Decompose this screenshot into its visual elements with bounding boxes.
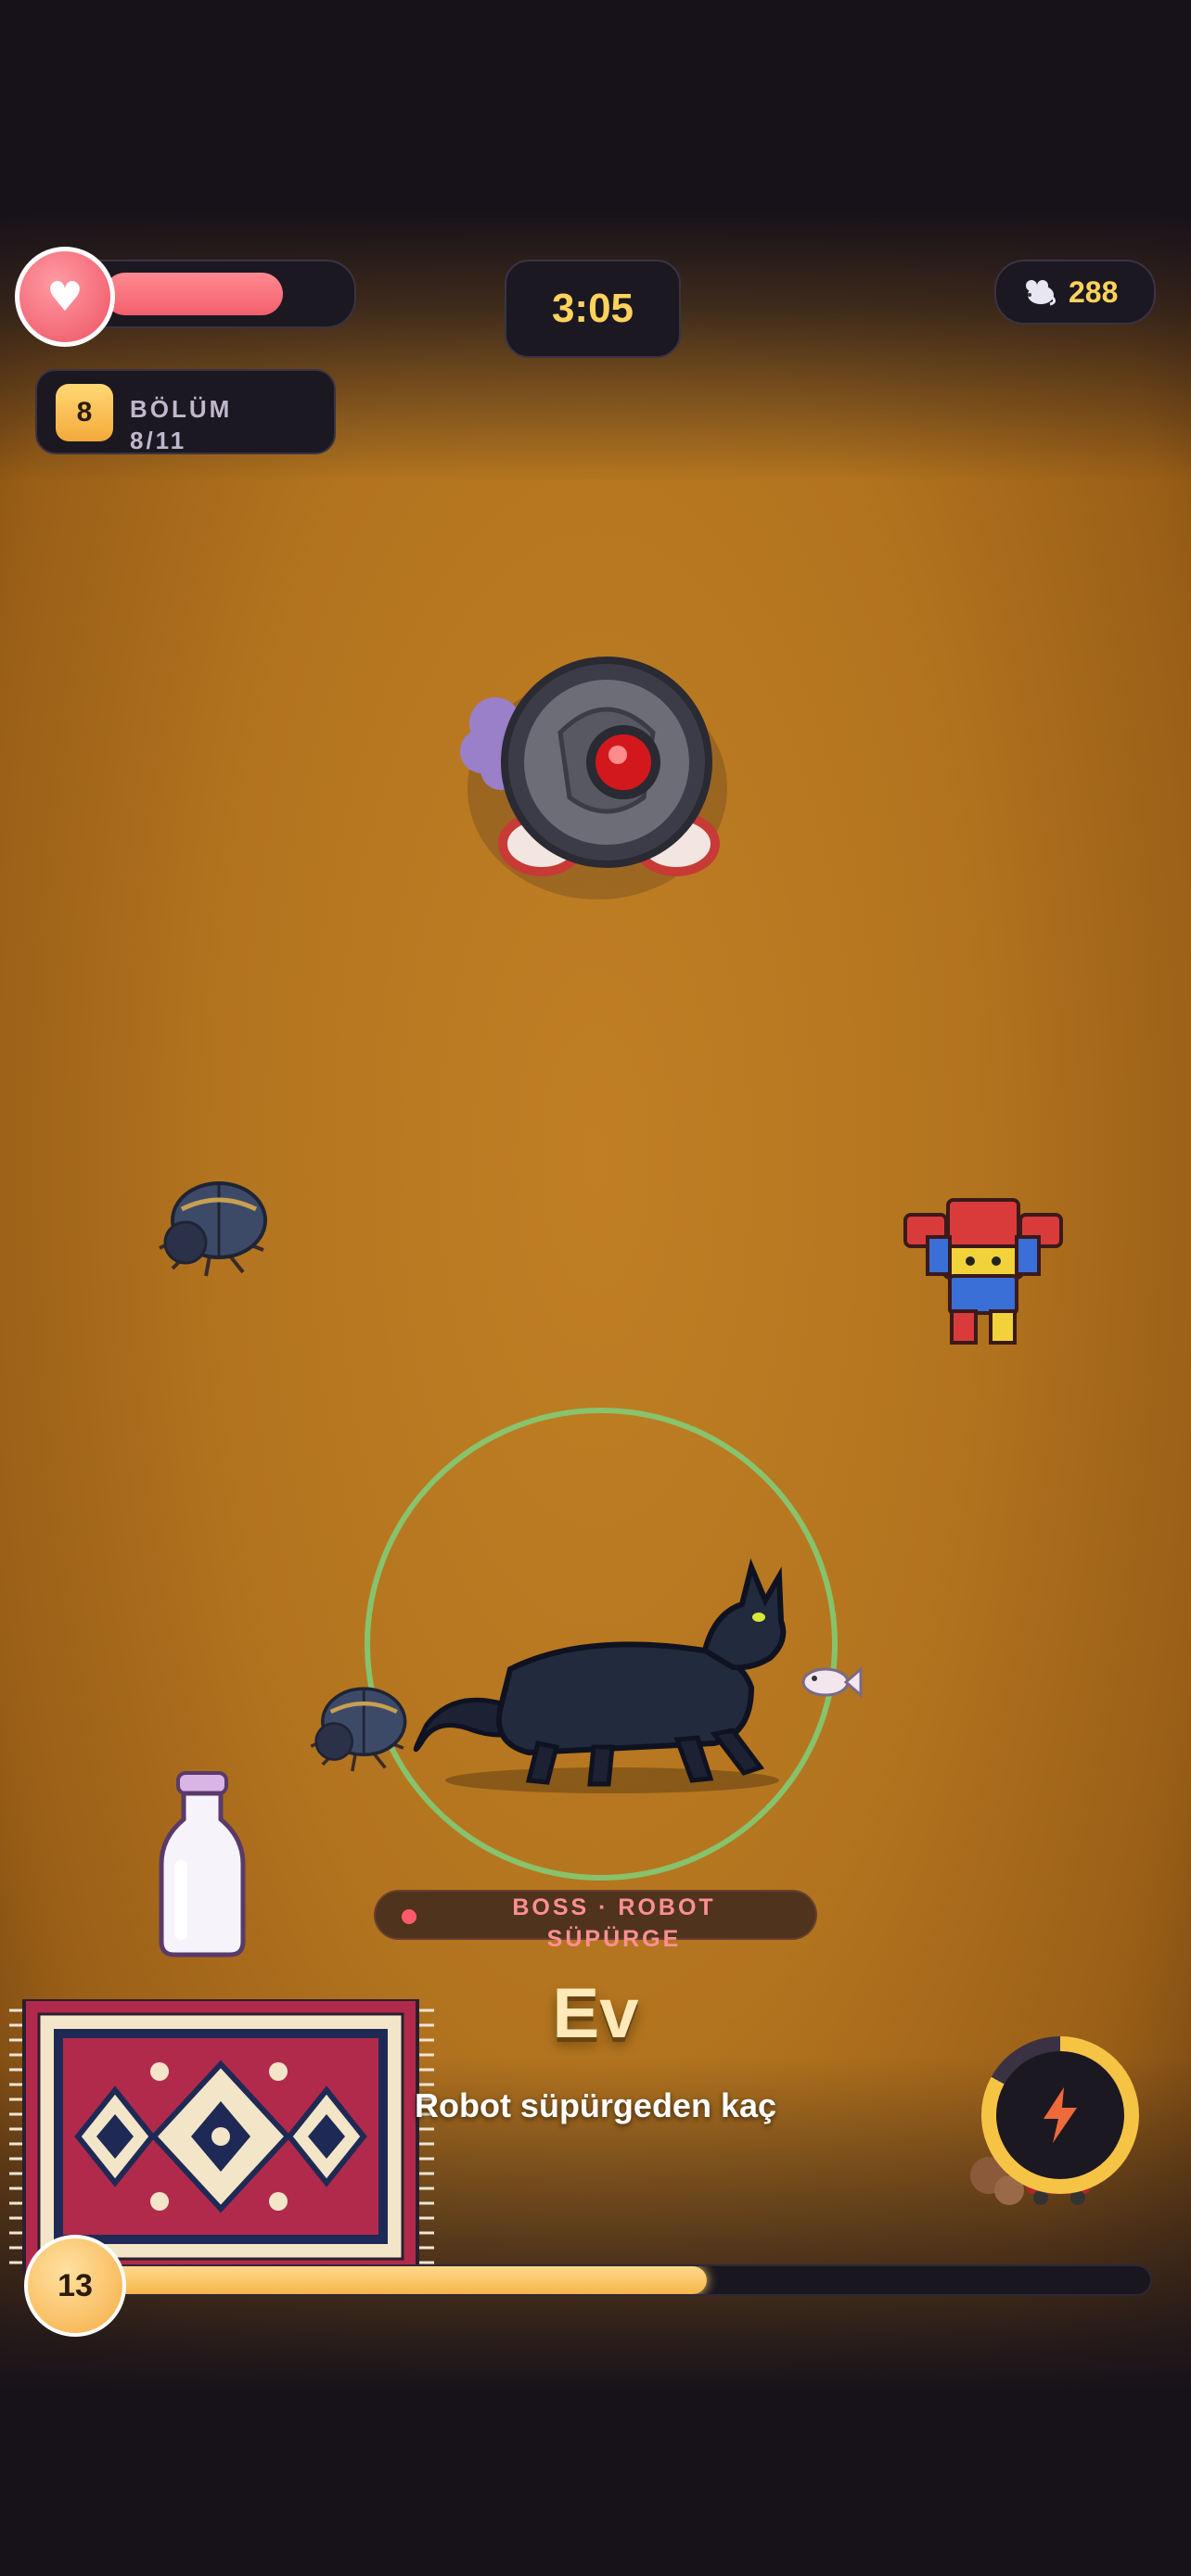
black-cat-player [413,1558,787,1793]
mouse-counter: 288 [994,260,1156,325]
beetle-enemy [159,1181,267,1277]
robot-vacuum-boss [460,657,727,899]
boss-indicator-dot [402,1909,416,1924]
game-timer: 3:05 [505,260,681,358]
chapter-number: 8 [56,384,113,441]
chapter-text: BÖLÜM 8/11 [130,393,297,456]
ability-inner [996,2051,1124,2179]
chapter-panel: 8 BÖLÜM 8/11 [35,369,336,454]
mouse-icon [1026,280,1057,306]
chapter-progress: 8/11 [130,427,187,454]
xp-bar-fill [95,2266,708,2294]
beetle-enemy [310,1687,407,1772]
mouse-count: 288 [1069,274,1119,309]
dash-ability-button[interactable] [981,2036,1139,2194]
xp-bar [93,2264,1152,2296]
boss-bar: BOSS · ROBOT SÜPÜRGE [374,1890,817,1952]
zone-title: Ev [552,1974,639,2053]
boss-label: BOSS · ROBOT SÜPÜRGE [512,1894,716,1952]
heart-icon: ♥ [15,247,115,347]
health-bar-fill [104,273,283,315]
lightning-icon [1044,2087,1077,2143]
toy-robot-enemy [903,1198,1063,1345]
player-level-badge: 13 [24,2235,126,2337]
milk-bottle-pickup [159,1771,246,1958]
game-stage[interactable]: ♥ 3:05 288 8 BÖLÜM 8/11 BOSS · ROBOT SÜP… [0,0,1191,2576]
fish-pickup [801,1665,863,1699]
chapter-label: BÖLÜM [130,395,233,423]
